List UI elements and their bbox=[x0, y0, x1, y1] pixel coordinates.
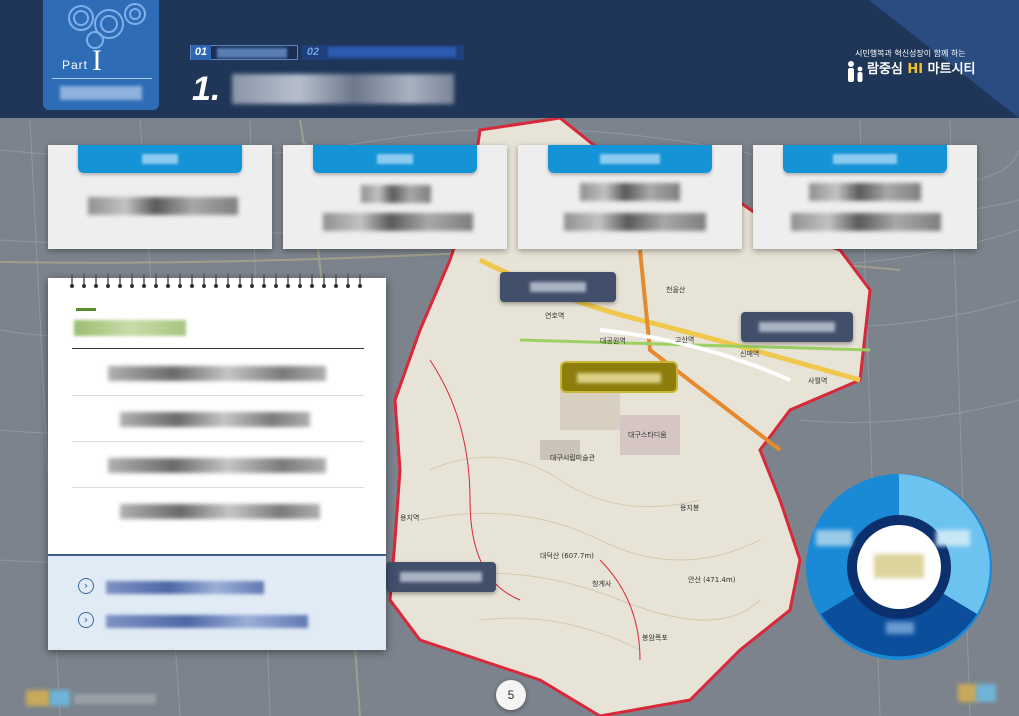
brand-name: 람중심 HI 마트시티 bbox=[867, 58, 976, 77]
donut-center-label-redacted bbox=[874, 554, 924, 578]
notebook-accent-bar bbox=[76, 308, 96, 311]
breadcrumb-02-text-redacted bbox=[328, 47, 456, 57]
summary-card-4-line1-redacted bbox=[809, 183, 921, 201]
map-label-daedeoksan: 대덕산 (607.7m) bbox=[540, 551, 594, 560]
donut-chart bbox=[806, 474, 992, 660]
brand-name-prefix: 람중심 bbox=[867, 62, 903, 77]
map-label-stadium: 대구스타디움 bbox=[628, 430, 667, 439]
breadcrumb-02: 02 bbox=[302, 45, 464, 60]
summary-card-3-line1-redacted bbox=[580, 183, 680, 201]
notebook-heading-redacted bbox=[74, 320, 186, 336]
summary-card-2-line1-redacted bbox=[361, 185, 431, 203]
summary-card-1 bbox=[48, 145, 272, 249]
summary-card-4-tab bbox=[783, 145, 947, 173]
summary-card-2 bbox=[283, 145, 507, 249]
chevron-right-circle-icon: › bbox=[78, 578, 94, 594]
map-label-daegongwon: 대공원역 bbox=[600, 336, 626, 345]
map-label-ansan: 안산 (471.4m) bbox=[688, 575, 736, 584]
brand-hi: HI bbox=[907, 62, 924, 77]
notebook-row-3 bbox=[72, 442, 364, 488]
donut-label-left-redacted bbox=[816, 530, 852, 546]
map-label-bongam: 봉암폭포 bbox=[642, 634, 668, 642]
donut-label-right-redacted bbox=[936, 530, 970, 546]
map-tag-southwest bbox=[386, 562, 496, 592]
notebook-heading-rule bbox=[72, 348, 364, 349]
map-label-gosan: 고산역 bbox=[675, 335, 694, 344]
summary-card-3-line2-redacted bbox=[564, 213, 706, 231]
notebook-panel: › › bbox=[48, 274, 386, 650]
breadcrumb-02-number: 02 bbox=[306, 46, 320, 58]
map-label-yongjibong: 용지봉 bbox=[680, 503, 700, 512]
notebook-links-panel: › › bbox=[48, 554, 386, 650]
part-divider bbox=[52, 78, 152, 79]
map-tag-north bbox=[500, 272, 616, 302]
summary-card-3 bbox=[518, 145, 742, 249]
section-number: 1. bbox=[192, 70, 221, 108]
family-person-icon bbox=[848, 61, 863, 82]
brand-logo: 시민행복과 혁신성장이 함께 하는 람중심 HI 마트시티 bbox=[843, 48, 993, 88]
map-label-yeonho: 연호역 bbox=[545, 311, 564, 320]
page-number-badge: 5 bbox=[496, 680, 526, 710]
map-label-sinmae: 신매역 bbox=[740, 349, 759, 358]
brand-name-suffix: 마트시티 bbox=[927, 62, 976, 77]
summary-card-4 bbox=[753, 145, 977, 249]
breadcrumb-01-text-redacted bbox=[217, 48, 287, 58]
map-label-sawol: 사월역 bbox=[808, 376, 827, 385]
spiral-binding-decoration bbox=[70, 274, 362, 288]
notebook-row-2 bbox=[72, 396, 364, 442]
part-number: I bbox=[92, 44, 102, 77]
footer-left-marker bbox=[26, 690, 156, 706]
chevron-right-circle-icon: › bbox=[78, 612, 94, 628]
footer-right-marker bbox=[958, 684, 998, 702]
map-label-cheoneulsan: 천을산 bbox=[666, 285, 686, 294]
part-subtitle-redacted bbox=[60, 86, 142, 100]
summary-card-2-tab bbox=[313, 145, 477, 173]
part-label: Part bbox=[62, 58, 89, 72]
notebook-row-1 bbox=[72, 350, 364, 396]
notebook-link-2-text-redacted bbox=[106, 615, 308, 628]
map-label-cheonggyesa: 청계사 bbox=[592, 579, 612, 588]
summary-card-3-tab bbox=[548, 145, 712, 173]
notebook-row-4 bbox=[72, 488, 364, 534]
map-label-yongji: 용지역 bbox=[400, 513, 419, 522]
summary-card-2-line2-redacted bbox=[323, 213, 473, 231]
map-tag-east bbox=[741, 312, 853, 342]
swirl-decoration-icon bbox=[68, 3, 146, 49]
page-title-redacted bbox=[232, 74, 454, 104]
summary-card-1-tab bbox=[78, 145, 242, 173]
summary-card-4-line2-redacted bbox=[791, 213, 941, 231]
map-label-museum: 대구시립미술관 bbox=[550, 453, 596, 462]
notebook-link-1-text-redacted bbox=[106, 581, 264, 594]
map-tag-center-highlight bbox=[560, 361, 678, 393]
summary-card-1-text-redacted bbox=[88, 197, 238, 215]
breadcrumb-01: 01 bbox=[190, 45, 298, 60]
header-band: Part I 01 02 1. 시민행복과 혁신성장이 함께 하는 람중심 HI… bbox=[0, 0, 1019, 118]
donut-label-bottom-redacted bbox=[886, 622, 914, 634]
breadcrumb-01-number: 01 bbox=[191, 45, 211, 60]
